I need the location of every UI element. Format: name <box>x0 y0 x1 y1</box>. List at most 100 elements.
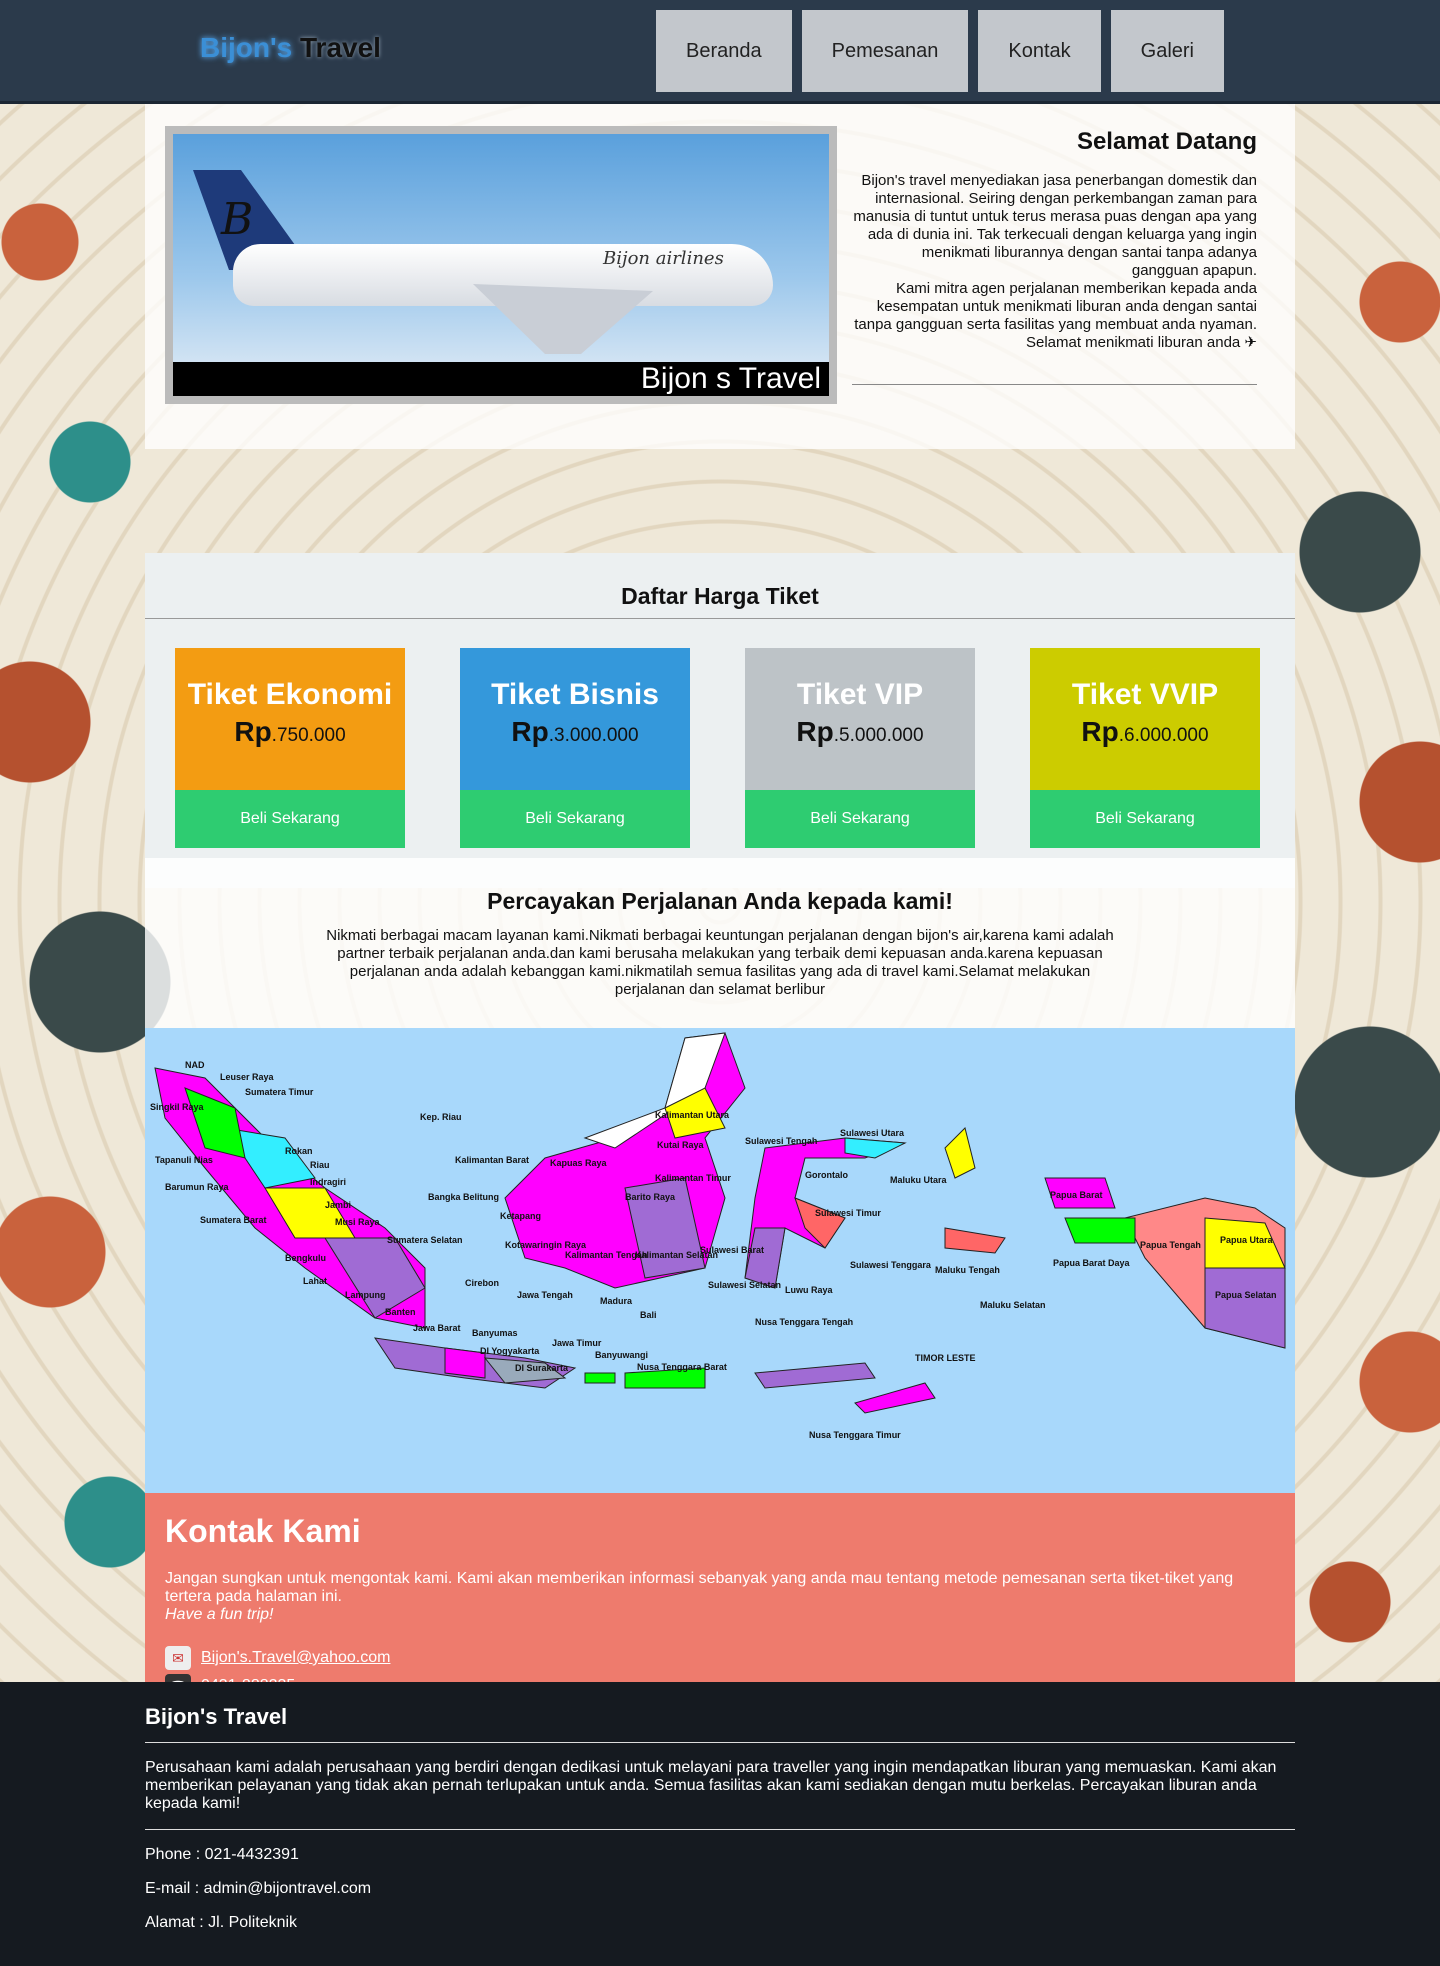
price-card-vvip: Tiket VVIP Rp.6.000.000 Beli Sekarang <box>1030 648 1260 848</box>
map-label-papua-barat-daya: Papua Barat Daya <box>1053 1258 1131 1268</box>
nusa-tenggara-timur-shape <box>854 1382 936 1414</box>
welcome-section: B Bijon airlines Bijon s Travel Selamat … <box>145 104 1295 449</box>
footer-description: Perusahaan kami adalah perusahaan yang b… <box>145 1759 1295 1830</box>
map-label-ketapang: Ketapang <box>500 1211 541 1221</box>
map-label-sulawesi-tenggara: Sulawesi Tenggara <box>850 1260 932 1270</box>
plane-fuselage-text: Bijon airlines <box>603 248 724 269</box>
buy-now-button[interactable]: Beli Sekarang <box>1030 790 1260 848</box>
map-label-banyumas: Banyumas <box>472 1328 518 1338</box>
map-label-barito-raya: Barito Raya <box>625 1192 676 1202</box>
indonesia-map: NAD Leuser Raya Sumatera Timur Singkil R… <box>145 1028 1295 1493</box>
map-label-jawa-tengah: Jawa Tengah <box>517 1290 573 1300</box>
welcome-paragraph-2: Kami mitra agen perjalanan memberikan ke… <box>854 280 1257 333</box>
map-label-sulawesi-selatan: Sulawesi Selatan <box>708 1280 781 1290</box>
price-currency: Rp <box>796 716 834 747</box>
map-label-bangka-belitung: Bangka Belitung <box>428 1192 499 1202</box>
ticket-name: Tiket Ekonomi <box>187 678 393 711</box>
footer-email: E-mail : admin@bijontravel.com <box>145 1880 372 1897</box>
map-label-jawa-timur: Jawa Timur <box>552 1338 602 1348</box>
map-label-jambi: Jambi <box>325 1200 351 1210</box>
price-currency: Rp <box>511 716 549 747</box>
footer-phone: Phone : 021-4432391 <box>145 1846 299 1863</box>
nav-beranda[interactable]: Beranda <box>656 10 792 92</box>
welcome-title: Selamat Datang <box>1076 128 1257 155</box>
footer-title: Bijon's Travel <box>145 1704 1295 1743</box>
price-card-header: Tiket VVIP Rp.6.000.000 <box>1030 648 1260 790</box>
map-label-papua-tengah: Papua Tengah <box>1140 1240 1201 1250</box>
price-amount: .6.000.000 <box>1118 725 1209 746</box>
welcome-paragraph-3: Selamat menikmati liburan anda ✈ <box>1025 334 1257 351</box>
trust-text: Nikmati berbagai macam layanan kami.Nikm… <box>326 927 1114 998</box>
map-label-sulawesi-tengah: Sulawesi Tengah <box>745 1136 817 1146</box>
papua-selatan-shape <box>1204 1267 1286 1349</box>
buy-now-button[interactable]: Beli Sekarang <box>745 790 975 848</box>
welcome-text: Bijon's travel menyediakan jasa penerban… <box>852 172 1257 352</box>
map-label-banyuwangi: Banyuwangi <box>595 1350 648 1360</box>
airplane-photo: B Bijon airlines Bijon s Travel <box>173 134 829 396</box>
price-card-header: Tiket Bisnis Rp.3.000.000 <box>460 648 690 790</box>
map-label-luwu-raya: Luwu Raya <box>785 1285 834 1295</box>
price-card-bisnis: Tiket Bisnis Rp.3.000.000 Beli Sekarang <box>460 648 690 848</box>
map-label-maluku-utara: Maluku Utara <box>890 1175 948 1185</box>
ticket-price: Rp.750.000 <box>175 716 405 748</box>
map-label-lampung: Lampung <box>345 1290 386 1300</box>
site-header: Bijon's Travel Beranda Pemesanan Kontak … <box>0 0 1440 104</box>
brand-part1: Bijon's <box>200 32 293 63</box>
nav-pemesanan[interactable]: Pemesanan <box>801 10 969 92</box>
ticket-name: Tiket Bisnis <box>491 678 659 711</box>
nav-galeri[interactable]: Galeri <box>1110 10 1224 92</box>
pricing-section: Daftar Harga Tiket Tiket Ekonomi Rp.750.… <box>145 553 1295 888</box>
map-label-singkil-raya: Singkil Raya <box>150 1102 205 1112</box>
java-central-shape <box>444 1347 486 1379</box>
buy-now-button[interactable]: Beli Sekarang <box>175 790 405 848</box>
map-label-sumatera-timur: Sumatera Timur <box>245 1087 314 1097</box>
pricing-title: Daftar Harga Tiket <box>145 553 1295 619</box>
ticket-price: Rp.6.000.000 <box>1030 716 1260 748</box>
map-label-bengkulu: Bengkulu <box>285 1253 326 1263</box>
map-label-kotawaringin-raya: Kotawaringin Raya <box>505 1240 587 1250</box>
price-amount: .5.000.000 <box>833 725 924 746</box>
price-card-ekonomi: Tiket Ekonomi Rp.750.000 Beli Sekarang <box>175 648 405 848</box>
footer-address: Alamat : Jl. Politeknik <box>145 1914 298 1931</box>
brand-part2: Travel <box>300 32 381 63</box>
site-footer: Bijon's Travel Perusahaan kami adalah pe… <box>0 1682 1440 1966</box>
price-card-header: Tiket VIP Rp.5.000.000 <box>745 648 975 790</box>
main-nav: Beranda Pemesanan Kontak Galeri <box>656 10 1224 92</box>
map-label-lahat: Lahat <box>303 1276 327 1286</box>
map-label-madura: Madura <box>600 1296 633 1306</box>
welcome-paragraph-1: Bijon's travel menyediakan jasa penerban… <box>853 172 1257 279</box>
nav-kontak[interactable]: Kontak <box>978 10 1101 92</box>
maluku-tengah-shape <box>944 1227 1006 1254</box>
site-logo[interactable]: Bijon's Travel <box>200 32 381 64</box>
price-card-vip: Tiket VIP Rp.5.000.000 Beli Sekarang <box>745 648 975 848</box>
map-label-cirebon: Cirebon <box>465 1278 499 1288</box>
map-label-barumun-raya: Barumun Raya <box>165 1182 230 1192</box>
map-label-maluku-selatan: Maluku Selatan <box>980 1300 1046 1310</box>
map-label-sumatera-selatan: Sumatera Selatan <box>387 1235 463 1245</box>
ticket-name: Tiket VVIP <box>1071 678 1219 711</box>
map-label-tapanuli-nias: Tapanuli Nias <box>155 1155 213 1165</box>
map-label-musi-raya: Musi Raya <box>335 1217 381 1227</box>
map-label-papua-utara: Papua Utara <box>1220 1235 1274 1245</box>
contact-email-row: ✉ Bijon's.Travel@yahoo.com <box>165 1646 1275 1670</box>
map-label-papua-selatan: Papua Selatan <box>1215 1290 1277 1300</box>
map-label-indragiri: Indragiri <box>310 1177 346 1187</box>
price-currency: Rp <box>234 716 272 747</box>
map-label-jawa-barat: Jawa Barat <box>413 1323 461 1333</box>
welcome-divider <box>852 384 1257 385</box>
ticket-price: Rp.3.000.000 <box>460 716 690 748</box>
map-label-maluku-tengah: Maluku Tengah <box>935 1265 1000 1275</box>
map-label-bali: Bali <box>640 1310 657 1320</box>
mail-icon: ✉ <box>165 1646 191 1670</box>
sulawesi-north-shape <box>844 1137 907 1159</box>
map-label-kapuas-raya: Kapuas Raya <box>550 1158 608 1168</box>
map-label-nusa-tenggara-barat: Nusa Tenggara Barat <box>637 1362 727 1372</box>
pricing-cards: Tiket Ekonomi Rp.750.000 Beli Sekarang T… <box>175 648 1260 848</box>
bali-shape <box>584 1372 616 1384</box>
contact-email-link[interactable]: Bijon's.Travel@yahoo.com <box>201 1649 390 1667</box>
papua-barat-daya-shape <box>1064 1217 1136 1244</box>
map-label-kep-riau: Kep. Riau <box>420 1112 462 1122</box>
map-label-sulawesi-timur: Sulawesi Timur <box>815 1208 881 1218</box>
contact-tagline: Have a fun trip! <box>165 1606 274 1623</box>
buy-now-button[interactable]: Beli Sekarang <box>460 790 690 848</box>
